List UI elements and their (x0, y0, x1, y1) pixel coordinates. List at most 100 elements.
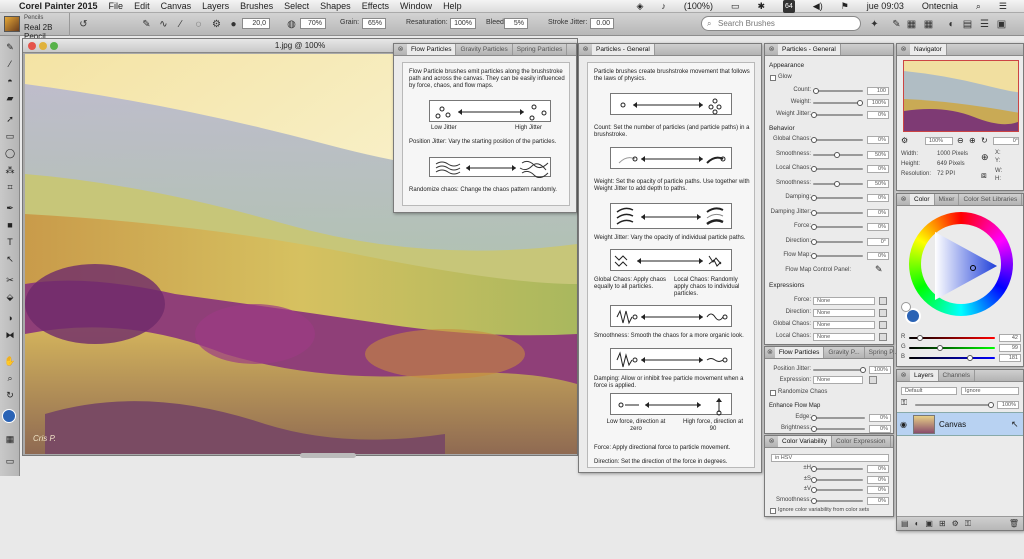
behavior-row-knob[interactable] (811, 253, 817, 259)
tab-channels[interactable]: Channels (939, 370, 975, 381)
app-menu[interactable]: Corel Painter 2015 (19, 0, 98, 13)
behavior-row-slider[interactable] (813, 139, 863, 141)
tab-flow-particles[interactable]: Flow Particles (407, 44, 457, 55)
edge-knob[interactable] (811, 415, 817, 421)
behavior-row-value[interactable]: 50% (867, 150, 889, 159)
stroke-options-icon[interactable]: ◌ (192, 18, 205, 31)
pen-icon[interactable]: ✒ (2, 201, 18, 215)
volume-icon[interactable]: ◀) (813, 0, 823, 13)
zoom-out-icon[interactable]: ⊖ (957, 136, 964, 145)
grain-field[interactable]: 65% (362, 18, 386, 29)
notification-icon[interactable]: ☰ (999, 0, 1007, 13)
layer-opacity-value[interactable]: 100% (997, 401, 1019, 409)
flow-map-brush-icon[interactable]: ✎ (875, 264, 883, 275)
lasso-icon[interactable]: ◯ (2, 146, 18, 160)
appearance-row-knob[interactable] (857, 100, 863, 106)
appearance-row-knob[interactable] (813, 88, 820, 94)
rotation-field[interactable]: 0° (993, 137, 1019, 145)
color-variability-row-value[interactable]: 0% (867, 486, 889, 494)
behavior-row-slider[interactable] (813, 226, 863, 228)
brush-selector[interactable]: Pencils Real 2B Pencil (0, 13, 70, 41)
color-variability-row-value[interactable]: 0% (867, 496, 889, 505)
additional-color-swatch[interactable] (901, 302, 911, 312)
behavior-row-value[interactable]: 0% (867, 223, 889, 231)
expression-row-settings-icon[interactable] (879, 321, 887, 329)
red-value[interactable]: 42 (999, 334, 1021, 342)
dropper-icon[interactable]: ⁄ (2, 57, 18, 71)
layer-opacity-knob[interactable] (988, 402, 994, 408)
main-color-swatch[interactable] (2, 409, 18, 423)
crop-icon[interactable]: ⌗ (2, 180, 18, 194)
flag-icon[interactable]: ⚑ (841, 0, 849, 13)
layer-lock-icon[interactable]: ⚿ (965, 519, 971, 529)
stroke-jitter-field[interactable]: 0.00 (590, 18, 614, 29)
color-variability-row-knob[interactable] (811, 476, 817, 483)
menu-select[interactable]: Select (284, 0, 309, 13)
rotate-icon[interactable]: ↻ (981, 136, 988, 145)
paint-bucket-icon[interactable]: ◓ (2, 74, 18, 88)
appearance-row-knob[interactable] (811, 112, 817, 118)
appearance-row-value[interactable]: 0% (867, 111, 889, 119)
tab-color-expression[interactable]: Color Expression (832, 436, 891, 447)
position-jitter-knob[interactable] (860, 367, 866, 373)
composite-depth-dropdown[interactable]: Ignore (961, 387, 1019, 395)
position-jitter-slider[interactable] (813, 369, 865, 371)
canvas-horizontal-scrollbar[interactable] (300, 453, 356, 458)
mirror-icon[interactable]: ⧓ (2, 328, 18, 342)
close-panel-icon[interactable]: ⊗ (899, 45, 908, 54)
color-variability-row-knob[interactable] (811, 497, 817, 504)
expression-row-dropdown[interactable]: None (813, 297, 875, 305)
dab-icon[interactable]: ✦ (868, 18, 881, 31)
expression-row-dropdown[interactable]: None (813, 309, 875, 317)
palette-icon[interactable]: ▦ (905, 18, 918, 31)
edge-slider[interactable] (813, 417, 865, 419)
color-variability-row-knob[interactable] (811, 487, 817, 493)
behavior-row-knob[interactable] (811, 166, 817, 172)
tab-layers[interactable]: Layers (910, 370, 939, 381)
zoom-window-icon[interactable] (50, 42, 58, 50)
behavior-row-knob[interactable] (811, 238, 817, 245)
behavior-row-value[interactable]: 0% (867, 136, 889, 144)
search-brushes-input[interactable]: ⌕ Search Brushes (701, 16, 861, 31)
appearance-row-slider[interactable] (813, 102, 863, 104)
tab-color-set-libraries[interactable]: Color Set Libraries (959, 194, 1023, 205)
tab-navigator[interactable]: Navigator (910, 44, 947, 55)
clock[interactable]: jue 09:03 (867, 0, 904, 13)
wifi-badge[interactable]: 64 (783, 0, 795, 13)
bluetooth-icon[interactable]: ✱ (757, 0, 765, 13)
color-variability-row-slider[interactable] (813, 499, 863, 502)
zoom-in-icon[interactable]: ⊕ (969, 136, 976, 145)
behavior-row-knob[interactable] (834, 180, 840, 187)
behavior-row-knob[interactable] (811, 137, 817, 143)
mask-icon[interactable]: ▣ (925, 519, 933, 528)
brush-icon[interactable]: ✎ (890, 18, 903, 31)
menu-brushes[interactable]: Brushes (240, 0, 273, 13)
straight-line-icon[interactable]: ∕ (174, 18, 187, 31)
tab-spring-particles[interactable]: Spring Particles (513, 44, 568, 55)
blue-slider[interactable] (909, 357, 995, 359)
eye-icon[interactable]: ◉ (900, 420, 907, 429)
behavior-row-value[interactable]: 0% (867, 208, 889, 217)
bleed-field[interactable]: 5% (504, 18, 528, 29)
behavior-row-slider[interactable] (813, 168, 863, 170)
menu-shapes[interactable]: Shapes (320, 0, 351, 13)
close-panel-icon[interactable]: ⊗ (396, 45, 405, 54)
saturation-value-triangle[interactable] (925, 228, 1001, 304)
behavior-row-value[interactable]: 0° (867, 237, 889, 246)
green-knob[interactable] (937, 345, 943, 351)
shape-select-icon[interactable]: ↖ (2, 252, 18, 266)
properties-icon[interactable]: ☰ (978, 18, 991, 31)
green-value[interactable]: 99 (999, 344, 1021, 352)
color-variability-row-slider[interactable] (813, 489, 863, 491)
size-field[interactable]: 20,0 (242, 18, 270, 29)
red-knob[interactable] (917, 335, 923, 341)
close-panel-icon[interactable]: ⊗ (899, 371, 908, 380)
layer-row-canvas[interactable]: ◉ Canvas ↖ (897, 412, 1023, 436)
expression-dropdown[interactable]: None (813, 376, 863, 384)
close-panel-icon[interactable]: ⊗ (767, 437, 776, 446)
navigator-settings-icon[interactable]: ⚙ (901, 136, 908, 145)
behavior-row-knob[interactable] (834, 151, 840, 158)
music-icon[interactable]: ♪ (661, 0, 666, 13)
tab-gravity-particles[interactable]: Gravity Particles (456, 44, 513, 55)
color-variability-row-knob[interactable] (811, 466, 817, 472)
